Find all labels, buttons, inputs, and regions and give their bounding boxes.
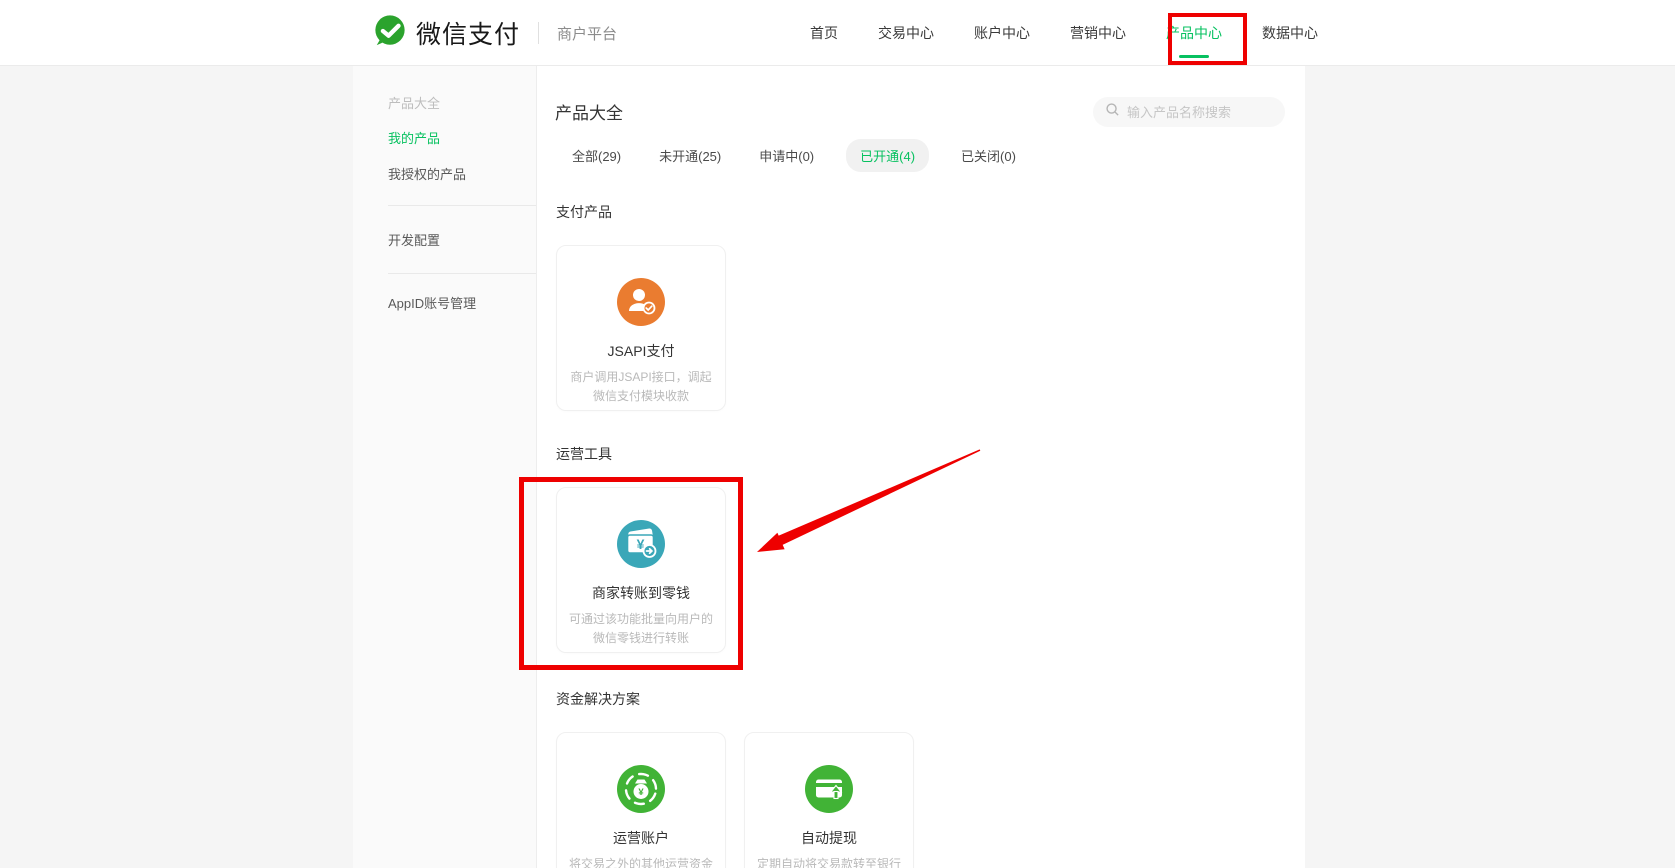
- filter-all[interactable]: 全部(29): [572, 146, 621, 165]
- sidebar-divider: [388, 273, 536, 274]
- filter-not-activated[interactable]: 未开通(25): [659, 146, 721, 165]
- top-nav: 首页 交易中心 账户中心 营销中心 产品中心 数据中心: [810, 0, 1318, 66]
- section-title: 运营工具: [556, 444, 726, 464]
- filter-closed[interactable]: 已关闭(0): [961, 146, 1016, 165]
- section-operation-tools: 运营工具 ¥ 商家转账到零钱 可通过该功能批量向用户的 微信零钱进行转账: [556, 444, 726, 653]
- portal-label: 商户平台: [557, 23, 617, 44]
- nav-item-data-center[interactable]: 数据中心: [1262, 23, 1318, 43]
- search-input[interactable]: [1127, 105, 1273, 120]
- search-icon: [1105, 102, 1120, 122]
- product-card-merchant-transfer[interactable]: ¥ 商家转账到零钱 可通过该功能批量向用户的 微信零钱进行转账: [556, 487, 726, 653]
- product-card-jsapi-pay[interactable]: JSAPI支付 商户调用JSAPI接口，调起 微信支付模块收款: [556, 245, 726, 411]
- logo-divider: [538, 22, 539, 44]
- page-title: 产品大全: [555, 99, 623, 124]
- main-content: 产品大全 全部(29) 未开通(25) 申请中(0) 已开通(4) 已关闭(0)…: [537, 66, 1305, 868]
- product-card-auto-withdraw[interactable]: 自动提现 定期自动将交易款转至银行 账户中: [744, 732, 914, 868]
- sidebar-item-my-products[interactable]: 我的产品: [388, 131, 536, 147]
- product-search[interactable]: [1093, 97, 1285, 127]
- sidebar-item-product-catalog[interactable]: 产品大全: [388, 96, 536, 112]
- product-card-title: 运营账户: [613, 828, 669, 848]
- product-card-description: 可通过该功能批量向用户的 微信零钱进行转账: [569, 610, 713, 648]
- product-card-title: JSAPI支付: [608, 341, 675, 361]
- sidebar: 产品大全 我的产品 我授权的产品 开发配置 AppID账号管理: [353, 66, 537, 868]
- person-check-icon: [617, 278, 665, 331]
- product-card-description: 定期自动将交易款转至银行 账户中: [757, 855, 901, 868]
- sidebar-item-appid-management[interactable]: AppID账号管理: [388, 296, 536, 312]
- product-card-operating-account[interactable]: ¥ 运营账户 将交易之外的其他运营资金 管理单独管理: [556, 732, 726, 868]
- sidebar-item-authorized-products[interactable]: 我授权的产品: [388, 167, 536, 183]
- product-card-title: 商家转账到零钱: [592, 583, 690, 603]
- nav-item-product-center[interactable]: 产品中心: [1166, 23, 1222, 43]
- section-fund-solutions: 资金解决方案 ¥ 运营账户 将交易之外的其他运营资金 管理单独管理: [556, 689, 914, 868]
- nav-item-account-center[interactable]: 账户中心: [974, 23, 1030, 43]
- section-payment-products: 支付产品 JSAPI支付 商户调用JSAPI接口，调起 微信支付模块收款: [556, 202, 726, 411]
- product-card-title: 自动提现: [801, 828, 857, 848]
- sidebar-divider: [388, 205, 536, 206]
- top-header: 微信支付 商户平台 首页 交易中心 账户中心 营销中心 产品中心 数据中心: [0, 0, 1675, 66]
- filter-applying[interactable]: 申请中(0): [759, 146, 814, 165]
- section-title: 资金解决方案: [556, 689, 914, 709]
- sidebar-item-dev-config[interactable]: 开发配置: [388, 233, 536, 249]
- product-card-description: 将交易之外的其他运营资金 管理单独管理: [569, 855, 713, 868]
- wechat-pay-logo-icon: [373, 14, 407, 53]
- wallet-transfer-icon: ¥: [617, 520, 665, 573]
- nav-item-home[interactable]: 首页: [810, 23, 838, 43]
- nav-item-transaction-center[interactable]: 交易中心: [878, 23, 934, 43]
- wechat-pay-logo[interactable]: 微信支付 商户平台: [373, 0, 617, 66]
- section-title: 支付产品: [556, 202, 726, 222]
- logo-text: 微信支付: [416, 15, 520, 51]
- status-filter-tabs: 全部(29) 未开通(25) 申请中(0) 已开通(4) 已关闭(0): [572, 146, 1016, 165]
- moneybag-icon: ¥: [617, 765, 665, 818]
- card-withdraw-icon: [805, 765, 853, 818]
- nav-item-marketing-center[interactable]: 营销中心: [1070, 23, 1126, 43]
- product-card-description: 商户调用JSAPI接口，调起 微信支付模块收款: [570, 368, 711, 406]
- svg-text:¥: ¥: [638, 787, 644, 798]
- filter-activated[interactable]: 已开通(4): [846, 139, 929, 172]
